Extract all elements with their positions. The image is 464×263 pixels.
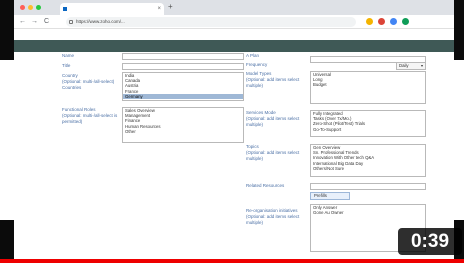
model-types-listbox[interactable]: Universal Long Budget [310,71,426,104]
list-item[interactable]: Go-To-Support [311,127,425,132]
model-types-label: Model Types [246,71,272,76]
services-mode-note: (Optional: add items select multiple) [246,116,300,127]
frequency-select[interactable]: Daily ▾ [396,62,426,70]
app-header-bar [14,40,454,52]
extension-icon[interactable] [378,18,385,25]
chevron-down-icon: ▾ [420,63,423,68]
extension-icon[interactable] [366,18,373,25]
country-label: Country [62,73,78,78]
favicon-icon [63,7,67,11]
list-item-selected[interactable]: Germany [123,93,243,100]
country-note: (Optional: multi-/all-select) Countries [62,79,115,90]
name-label: Name [62,53,75,58]
services-mode-listbox[interactable]: Fully Integrated Tasks (Over 7x/Mo.) Zer… [310,110,426,137]
list-item[interactable]: Gone Au Owner [311,210,425,215]
title-label: Title [62,63,71,68]
country-listbox[interactable]: India Canada Austria France Germany [122,72,244,101]
browser-window: × + ← → C https://www.zoho.com/... Name … [14,0,454,263]
video-thumbnail[interactable]: × + ← → C https://www.zoho.com/... Name … [0,0,464,263]
lock-icon [69,20,73,24]
close-window-dot[interactable] [20,5,25,10]
list-item[interactable]: Other [123,129,243,134]
topics-label: Topics [246,144,259,149]
forward-icon[interactable]: → [31,17,38,27]
back-icon[interactable]: ← [19,17,26,27]
address-toolbar: ← → C https://www.zoho.com/... [14,15,454,29]
functional-roles-listbox[interactable]: Sales Overview Management Finance Human … [122,107,244,143]
frequency-value: Daily [399,63,409,68]
browser-tab[interactable]: × [60,3,164,15]
related-resources-input[interactable] [310,183,426,190]
prefill-button[interactable]: Prefills [310,192,350,200]
related-resources-label: Related Resources [246,183,285,188]
address-bar[interactable]: https://www.zoho.com/... [66,17,356,27]
new-tab-button[interactable]: + [168,2,173,11]
extension-icon[interactable] [402,18,409,25]
video-duration-badge: 0:39 [398,228,462,255]
video-progress-bar[interactable] [0,259,464,263]
reload-icon[interactable]: C [44,17,49,27]
title-input[interactable] [122,63,244,70]
topics-listbox[interactable]: Gen Overview Sn. Professional Trends Inn… [310,144,426,177]
frame-right [454,0,464,263]
extension-icon[interactable] [390,18,397,25]
plan-label: A Plan [246,53,260,58]
minimize-window-dot[interactable] [28,5,33,10]
list-item[interactable]: Budget [311,82,425,87]
tab-close-icon[interactable]: × [157,3,161,15]
subscription-form: Name Title Country (Optional: multi-/all… [14,52,454,257]
model-types-note: (Optional: add items select multiple) [246,77,300,88]
functional-roles-label: Functional Roles [62,107,96,112]
maximize-window-dot[interactable] [36,5,41,10]
frequency-label: Frequency [246,62,268,67]
services-mode-label: Services Mode [246,110,276,115]
reorganisation-label: Re-organisation initiatives [246,208,298,213]
functional-roles-note: (Optional: multi-/all-select is permitte… [62,113,118,124]
topics-note: (Optional: add items select multiple) [246,150,300,161]
frame-left [0,0,14,263]
reorganisation-note: (Optional: add items select multiple) [246,214,300,225]
list-item[interactable]: Others/Not Sure [311,166,425,171]
tab-strip: × + [14,0,454,15]
url-text: https://www.zoho.com/... [76,19,125,24]
name-input[interactable] [122,53,244,60]
